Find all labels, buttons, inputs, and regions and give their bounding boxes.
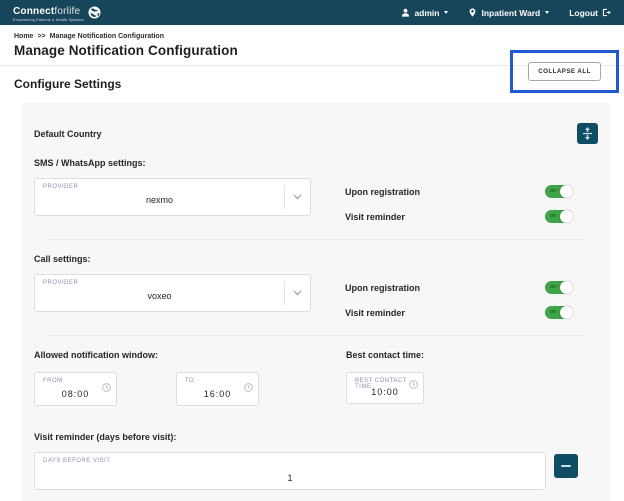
best-contact-heading: Best contact time: — [346, 350, 424, 360]
sms-provider-label: PROVIDER — [43, 184, 78, 190]
toggle-row: Visit reminder on — [345, 210, 573, 223]
annotation-highlight-box: COLLAPSE ALL — [510, 50, 619, 93]
section-divider — [46, 239, 586, 240]
visit-reminder-heading: Visit reminder (days before visit): — [34, 432, 598, 442]
globe-icon — [88, 6, 101, 19]
location-menu-label: Inpatient Ward — [481, 8, 540, 18]
logo-tagline: Empowering Patients & Health Systems — [13, 19, 84, 23]
country-header-row: Default Country — [34, 123, 598, 144]
toggle-on-text: on — [550, 213, 556, 219]
call-provider-value: voxeo — [35, 291, 284, 301]
toggle-on-text: on — [550, 284, 556, 290]
days-before-visit-label: DAYS BEFORE VISIT — [43, 458, 110, 464]
sms-provider-dropdown[interactable]: PROVIDER nexmo — [34, 178, 311, 216]
from-time-field[interactable]: FROM 08:00 — [34, 372, 117, 406]
call-visit-reminder-toggle[interactable]: on — [545, 306, 573, 319]
days-before-visit-value: 1 — [35, 473, 545, 483]
settings-panel: Default Country SMS / WhatsApp settings:… — [22, 103, 610, 501]
best-contact-time-value: 10:00 — [347, 387, 423, 397]
logout-icon — [602, 8, 611, 17]
breadcrumb: Home >> Manage Notification Configuratio… — [14, 33, 610, 40]
toggle-row: Visit reminder on — [345, 306, 573, 319]
user-menu[interactable]: admin — [401, 8, 448, 18]
sms-section-heading: SMS / WhatsApp settings: — [34, 158, 598, 168]
window-fields: FROM 08:00 TO 16:00 — [34, 372, 259, 406]
sms-toggles: Upon registration on Visit reminder on — [345, 185, 573, 223]
toggle-on-text: on — [550, 188, 556, 194]
sms-upon-registration-toggle[interactable]: on — [545, 185, 573, 198]
from-field-label: FROM — [43, 378, 63, 384]
location-menu[interactable]: Inpatient Ward — [468, 8, 549, 18]
best-contact-time-field[interactable]: BEST CONTACT TIME 10:00 — [346, 372, 424, 404]
user-icon — [401, 8, 410, 17]
breadcrumb-separator: >> — [37, 33, 45, 40]
call-upon-registration-toggle[interactable]: on — [545, 281, 573, 294]
screen: Connectforlife Empowering Patients & Hea… — [0, 0, 624, 501]
call-toggles: Upon registration on Visit reminder on — [345, 281, 573, 319]
best-contact-field-wrap: BEST CONTACT TIME 10:00 — [346, 372, 424, 404]
chevron-down-icon — [284, 185, 310, 209]
expand-vertical-icon — [582, 127, 593, 140]
logout-button[interactable]: Logout — [569, 8, 611, 18]
toggle-knob — [560, 281, 573, 294]
breadcrumb-current: Manage Notification Configuration — [50, 33, 164, 40]
toggle-knob — [560, 210, 573, 223]
to-field-label: TO — [185, 378, 194, 384]
toggle-knob — [560, 306, 573, 319]
toggle-on-text: on — [550, 309, 556, 315]
collapse-all-button[interactable]: COLLAPSE ALL — [528, 62, 601, 81]
sms-section-body: PROVIDER nexmo Upon registration on Visi… — [34, 178, 598, 223]
toggle-row: Upon registration on — [345, 281, 573, 294]
window-section-heading: Allowed notification window: — [34, 350, 346, 360]
logo-brand-bold: Connect — [13, 6, 54, 17]
sms-visit-reminder-toggle[interactable]: on — [545, 210, 573, 223]
window-headings-row: Allowed notification window: Best contac… — [34, 350, 598, 360]
sms-visit-reminder-label: Visit reminder — [345, 212, 405, 222]
section-divider — [46, 335, 586, 336]
to-time-value: 16:00 — [177, 389, 258, 399]
logout-label: Logout — [569, 8, 598, 18]
caret-down-icon — [545, 11, 549, 14]
call-provider-label: PROVIDER — [43, 280, 78, 286]
call-upon-registration-label: Upon registration — [345, 283, 420, 293]
sms-upon-registration-label: Upon registration — [345, 187, 420, 197]
toggle-knob — [560, 185, 573, 198]
call-section-heading: Call settings: — [34, 254, 598, 264]
days-before-visit-field[interactable]: DAYS BEFORE VISIT 1 — [34, 452, 546, 490]
remove-row-button[interactable] — [554, 454, 578, 478]
app-logo[interactable]: Connectforlife Empowering Patients & Hea… — [13, 2, 101, 23]
logo-brand-light: forlife — [54, 6, 80, 17]
breadcrumb-home-link[interactable]: Home — [14, 33, 33, 40]
time-fields-row: FROM 08:00 TO 16:00 — [34, 372, 598, 406]
logo-text: Connectforlife Empowering Patients & Hea… — [13, 2, 84, 23]
expand-section-button[interactable] — [577, 123, 598, 144]
caret-down-icon — [444, 11, 448, 14]
from-time-value: 08:00 — [35, 389, 116, 399]
location-pin-icon — [468, 8, 477, 17]
to-time-field[interactable]: TO 16:00 — [176, 372, 259, 406]
user-menu-label: admin — [414, 8, 439, 18]
minus-icon — [561, 465, 571, 467]
call-visit-reminder-label: Visit reminder — [345, 308, 405, 318]
call-provider-dropdown[interactable]: PROVIDER voxeo — [34, 274, 311, 312]
configure-settings-heading: Configure Settings — [14, 77, 121, 91]
chevron-down-icon — [284, 281, 310, 305]
toggle-row: Upon registration on — [345, 185, 573, 198]
topbar-menu: admin Inpatient Ward Logout — [401, 8, 611, 18]
country-label: Default Country — [34, 129, 102, 139]
sms-provider-value: nexmo — [35, 195, 284, 205]
visit-reminder-row: DAYS BEFORE VISIT 1 — [34, 452, 598, 490]
top-bar: Connectforlife Empowering Patients & Hea… — [0, 0, 624, 25]
call-section-body: PROVIDER voxeo Upon registration on Visi… — [34, 274, 598, 319]
